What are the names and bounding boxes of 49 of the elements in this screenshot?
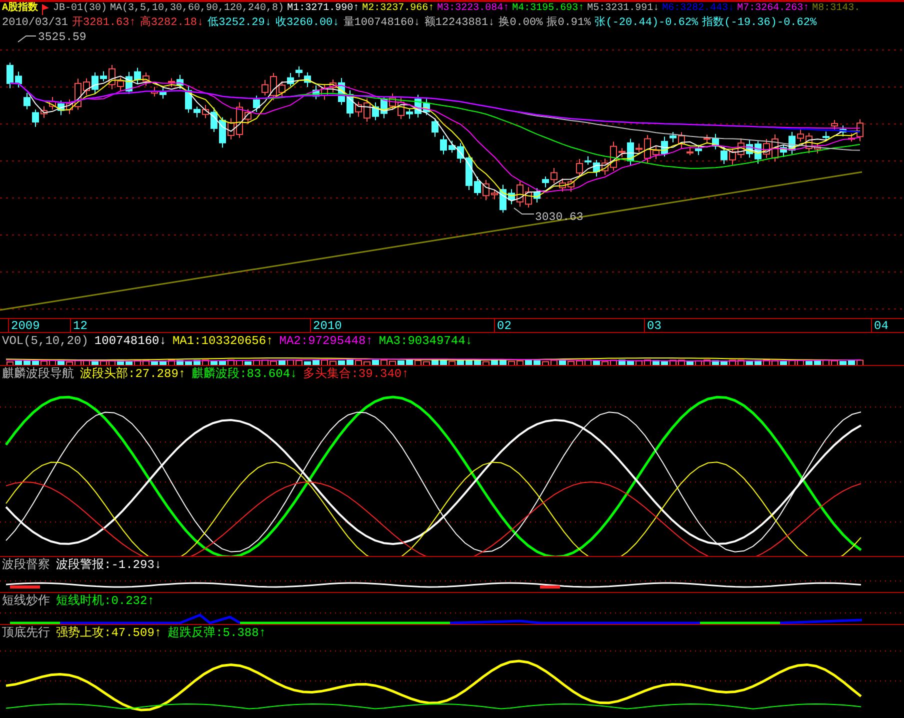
indicator-value: 超跌反弹:5.388↑	[168, 626, 266, 640]
indicator-value: 高3282.18↓	[140, 16, 204, 30]
indicator-value: M1:3271.990↑	[287, 2, 360, 16]
date-label: 2010	[310, 319, 342, 333]
index-title: A股指数	[2, 2, 38, 16]
date-label: 02	[494, 319, 512, 333]
ma-parameters: MA(3,5,10,30,60,90,120,240,8)	[110, 2, 284, 16]
date-label: 2009	[8, 319, 40, 333]
date-label: 03	[644, 319, 662, 333]
indicator-value: 短线时机:0.232↑	[56, 594, 154, 608]
indicator-value: 指数(-19.36)-0.62%	[702, 16, 817, 30]
indicator-value: 波段头部:27.289↑	[80, 367, 186, 381]
indicator-value: M3:3223.084↑	[437, 2, 510, 16]
leader-line	[18, 36, 36, 42]
indicator-value: MA2:97295448↑	[279, 334, 373, 348]
indicator-value: 低3252.29↓	[208, 16, 272, 30]
indicator-value: 张(-20.44)-0.62%	[594, 16, 698, 30]
flag-icon[interactable]	[41, 4, 50, 14]
indicator-value: 波段警报:-1.293↓	[56, 558, 162, 572]
panel-title: 波段督察	[2, 558, 50, 572]
indicator-value: MA1:103320656↑	[172, 334, 274, 348]
leader-line	[514, 208, 534, 214]
panel-title: 短线炒作	[2, 594, 50, 608]
indicator-value: 强势上攻:47.509↑	[56, 626, 162, 640]
date-label: 12	[70, 319, 88, 333]
indicator-value: M6:3282.443↓	[662, 2, 734, 16]
indicator-value: 多头集合:39.340↑	[303, 367, 409, 381]
indicator-value: M8:3143.	[812, 2, 860, 16]
indicator-value: M2:3237.966↑	[362, 2, 434, 16]
price-label: 3525.59	[38, 31, 86, 44]
indicator-value: 100748160↓	[94, 334, 166, 348]
quote-date: 2010/03/31	[2, 16, 68, 30]
panel-title: 顶底先行	[2, 626, 50, 640]
panel-title: 麒麟波段导航	[2, 367, 74, 381]
indicator-value: 量100748160↓	[343, 16, 420, 30]
indicator-value: 收3260.00↓	[275, 16, 340, 30]
indicator-value: M7:3264.263↑	[737, 2, 810, 16]
indicator-value: 振0.91%	[546, 16, 591, 30]
indicator-value: M4:3195.693↑	[512, 2, 584, 16]
indicator-value: 开3281.63↑	[72, 16, 136, 30]
indicator-value: 麒麟波段:83.604↓	[192, 367, 298, 381]
panel-title: VOL(5,10,20)	[2, 334, 88, 348]
date-label: 04	[871, 319, 888, 333]
indicator-value: MA3:90349744↓	[378, 334, 473, 348]
indicator-value: 换0.00%	[498, 16, 543, 30]
indicator-value: M5:3231.991↓	[587, 2, 660, 16]
indicator-value: 额12243881↓	[424, 16, 495, 30]
formula-code: JB-01(30)	[53, 2, 108, 16]
price-label: 3030.63	[535, 211, 584, 224]
